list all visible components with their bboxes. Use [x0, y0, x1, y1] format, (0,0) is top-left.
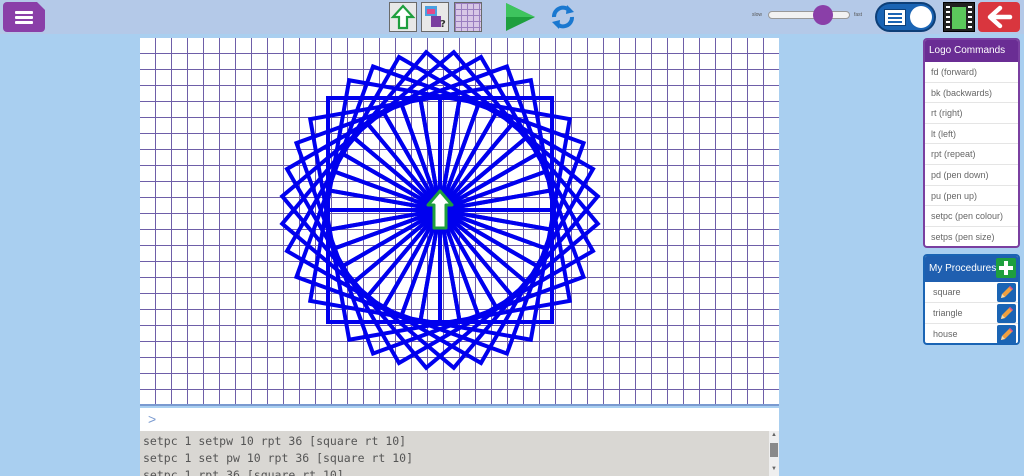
hamburger-menu-icon [15, 11, 33, 14]
document-toggle-icon [884, 9, 906, 26]
history-line[interactable]: setpc 1 rpt 36 [square rt 10] [143, 468, 344, 476]
procedure-label: house [933, 329, 958, 339]
show-turtle-button[interactable] [389, 2, 417, 32]
grid-toggle-button[interactable] [454, 2, 482, 32]
run-button[interactable] [503, 2, 537, 32]
reset-button[interactable] [549, 3, 577, 31]
svg-text:?: ? [440, 19, 446, 30]
procedure-label: square [933, 287, 961, 297]
film-icon [952, 7, 966, 29]
my-procedures-panel: My Procedures square triangle house [923, 254, 1020, 345]
pencil-icon [1001, 328, 1013, 340]
command-backwards[interactable]: bk (backwards) [925, 83, 1018, 104]
logo-commands-title: Logo Commands [925, 40, 1018, 62]
editor-toggle[interactable] [875, 2, 936, 32]
slider-fast-label: fast [854, 12, 863, 18]
menu-button[interactable] [3, 2, 45, 32]
command-repeat[interactable]: rpt (repeat) [925, 144, 1018, 165]
command-pen-down[interactable]: pd (pen down) [925, 165, 1018, 186]
procedure-item[interactable]: square [925, 282, 1018, 303]
command-forward[interactable]: fd (forward) [925, 62, 1018, 83]
command-input[interactable]: > [140, 408, 779, 431]
command-right[interactable]: rt (right) [925, 103, 1018, 124]
speed-slider-thumb[interactable] [812, 5, 833, 25]
drawing-area [279, 49, 601, 371]
command-pen-up[interactable]: pu (pen up) [925, 186, 1018, 207]
command-left[interactable]: lt (left) [925, 124, 1018, 145]
scrollbar-thumb[interactable] [770, 443, 778, 457]
pencil-icon [1001, 307, 1013, 319]
procedure-item[interactable]: triangle [925, 303, 1018, 324]
command-pen-colour[interactable]: setpc (pen colour) [925, 206, 1018, 227]
turtle-arrow-icon [390, 4, 416, 30]
add-procedure-button[interactable] [996, 258, 1016, 278]
command-pen-size[interactable]: setps (pen size) [925, 227, 1018, 246]
help-image-icon: ? [425, 6, 446, 30]
procedure-label: triangle [933, 308, 963, 318]
edit-procedure-button[interactable] [997, 283, 1016, 302]
my-procedures-title: My Procedures [929, 263, 997, 274]
history-line[interactable]: setpc 1 setpw 10 rpt 36 [square rt 10] [143, 434, 406, 448]
history-line[interactable]: setpc 1 set pw 10 rpt 36 [square rt 10] [143, 451, 413, 465]
scroll-down-icon[interactable]: ▼ [771, 466, 777, 472]
animation-button[interactable] [943, 2, 975, 32]
speed-slider[interactable] [768, 11, 850, 19]
edit-procedure-button[interactable] [997, 304, 1016, 323]
toolbar: ? slow fast [0, 0, 1024, 34]
prompt-chevron: > [148, 411, 157, 427]
command-history: setpc 1 setpw 10 rpt 36 [square rt 10] s… [140, 431, 779, 476]
back-button[interactable] [978, 2, 1020, 32]
scroll-up-icon[interactable]: ▲ [771, 432, 777, 438]
back-arrow-icon [987, 5, 1013, 29]
edit-procedure-button[interactable] [997, 325, 1016, 343]
help-button[interactable]: ? [421, 2, 449, 32]
drawing-canvas[interactable] [140, 38, 779, 406]
slider-slow-label: slow [752, 12, 763, 18]
logo-commands-panel: Logo Commands fd (forward) bk (backwards… [923, 38, 1020, 248]
history-scrollbar[interactable]: ▲ ▼ [769, 431, 779, 476]
pencil-icon [1001, 286, 1013, 298]
procedure-item[interactable]: house [925, 324, 1018, 343]
